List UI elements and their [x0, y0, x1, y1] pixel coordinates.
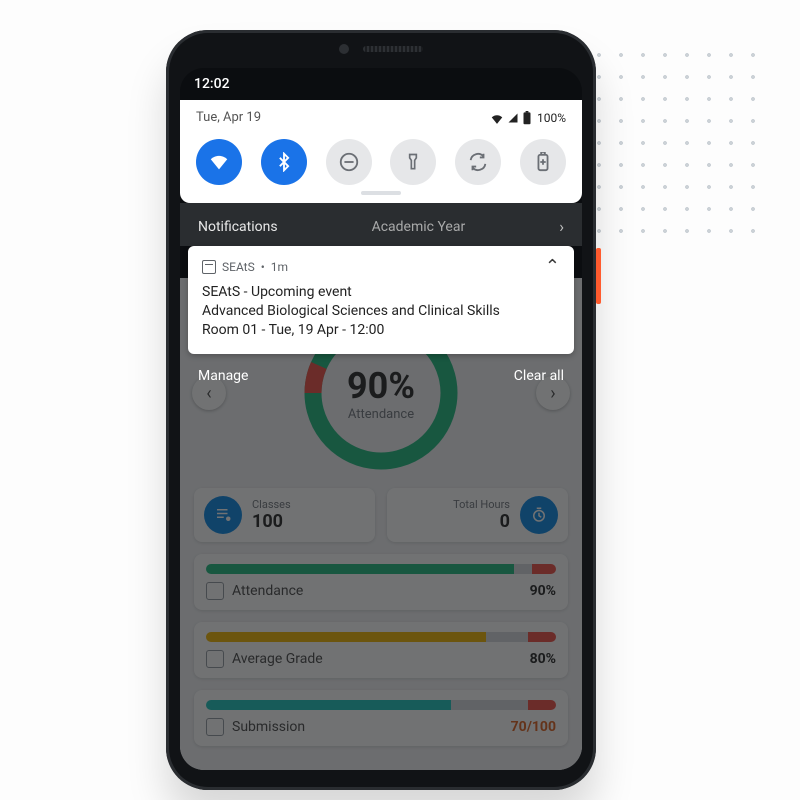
notification-title: SEAtS - Upcoming event — [202, 283, 560, 302]
battery-percent: 100% — [537, 111, 566, 125]
rotate-tile[interactable] — [455, 139, 501, 185]
rotate-icon — [467, 151, 489, 173]
notifications-title: Notifications — [198, 219, 278, 235]
bluetooth-icon — [274, 152, 294, 172]
notification-age: 1m — [271, 260, 288, 274]
battery-saver-icon — [534, 152, 552, 172]
flashlight-icon — [403, 152, 423, 172]
notifications-header: Notifications Academic Year › — [180, 203, 582, 246]
notification-line3: Room 01 - Tue, 19 Apr - 12:00 — [202, 321, 560, 340]
qs-date: Tue, Apr 19 — [196, 110, 261, 125]
wifi-tile[interactable] — [196, 139, 242, 185]
signal-icon — [507, 112, 519, 124]
battery-icon — [522, 111, 532, 125]
phone-earpiece — [339, 44, 423, 54]
speaker-grill — [363, 46, 423, 52]
battery-saver-tile[interactable] — [520, 139, 566, 185]
flashlight-tile[interactable] — [390, 139, 436, 185]
qs-drag-handle[interactable] — [361, 191, 401, 195]
notification-app-name: SEAtS — [222, 260, 255, 274]
clear-all-button[interactable]: Clear all — [514, 368, 564, 384]
dnd-tile[interactable] — [326, 139, 372, 185]
wifi-icon — [490, 112, 504, 124]
notification-line2: Advanced Biological Sciences and Clinica… — [202, 302, 560, 321]
background-tab-label: Academic Year — [372, 219, 466, 235]
manage-notifications-button[interactable]: Manage — [198, 368, 248, 384]
quick-settings-panel[interactable]: Tue, Apr 19 100% — [180, 100, 582, 203]
chevron-right-icon: › — [559, 217, 564, 236]
power-button — [596, 248, 601, 304]
phone-frame: ‹ 90% Attendance › Cl — [166, 30, 596, 790]
notification-card[interactable]: SEAtS • 1m ⌃ SEAtS - Upcoming event Adva… — [188, 246, 574, 354]
calendar-icon — [202, 260, 216, 274]
wifi-icon — [208, 151, 230, 173]
front-camera — [339, 44, 349, 54]
phone-screen: ‹ 90% Attendance › Cl — [180, 68, 582, 770]
collapse-icon[interactable]: ⌃ — [545, 256, 560, 277]
bluetooth-tile[interactable] — [261, 139, 307, 185]
status-icons: 100% — [490, 111, 566, 125]
clock: 12:02 — [194, 76, 230, 92]
status-bar: 12:02 — [180, 68, 582, 100]
dnd-icon — [338, 151, 360, 173]
